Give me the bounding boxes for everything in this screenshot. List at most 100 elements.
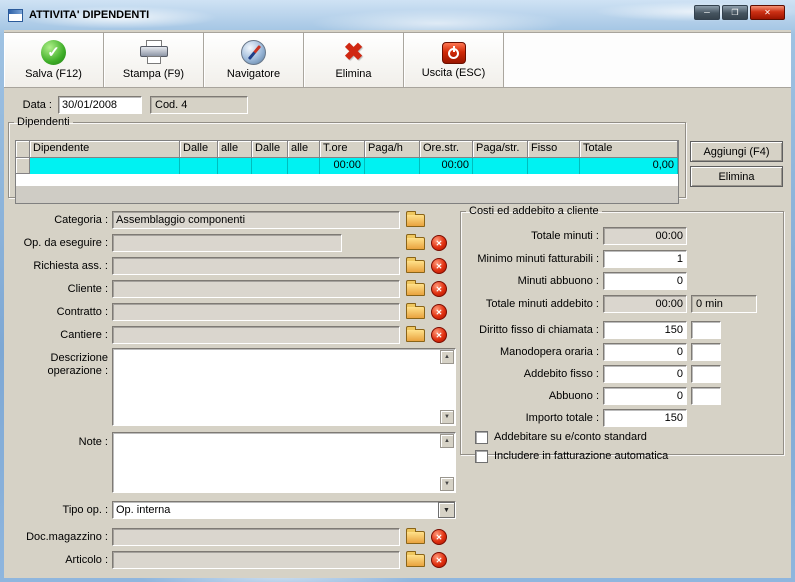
abbuono-input[interactable] — [603, 387, 687, 405]
col-fisso[interactable]: Fisso — [528, 141, 580, 158]
navigatore-button[interactable]: Navigatore — [204, 33, 304, 87]
note-scroll-up-icon[interactable]: ▲ — [440, 434, 454, 448]
doc-magazzino-folder-icon[interactable] — [406, 528, 425, 544]
minuti-abbuono-label: Minuti abbuono : — [517, 275, 599, 287]
manodopera-input[interactable] — [603, 343, 687, 361]
descrizione-scroll-down-icon[interactable]: ▼ — [440, 410, 454, 424]
col-dalle-2[interactable]: Dalle — [252, 141, 288, 158]
power-icon — [441, 41, 466, 64]
stampa-button[interactable]: Stampa (F9) — [104, 33, 204, 87]
doc-magazzino-clear-icon[interactable]: ✕ — [431, 529, 447, 545]
cantiere-input[interactable] — [112, 326, 400, 344]
minuti-abbuono-input[interactable] — [603, 272, 687, 290]
dipendenti-grid[interactable]: Dipendente Dalle alle Dalle alle T.ore P… — [15, 140, 679, 204]
articolo-folder-icon[interactable] — [406, 551, 425, 567]
manodopera-extra-input[interactable] — [691, 343, 721, 361]
col-tore[interactable]: T.ore — [320, 141, 365, 158]
totale-minuti-addebito-field — [603, 295, 687, 313]
doc-magazzino-input[interactable] — [112, 528, 400, 546]
cell-fisso[interactable] — [528, 158, 580, 174]
cliente-folder-icon[interactable] — [406, 280, 425, 296]
richiesta-ass-clear-icon[interactable]: ✕ — [431, 258, 447, 274]
addebitare-checkbox[interactable] — [475, 431, 488, 444]
stampa-label: Stampa (F9) — [122, 68, 185, 80]
cell-paga-h[interactable] — [365, 158, 420, 174]
includere-checkbox[interactable] — [475, 450, 488, 463]
data-input[interactable] — [58, 96, 142, 114]
richiesta-ass-folder-icon[interactable] — [406, 257, 425, 273]
cell-totale[interactable]: 0,00 — [580, 158, 678, 174]
minimo-minuti-input[interactable] — [603, 250, 687, 268]
cell-alle-1[interactable] — [218, 158, 252, 174]
op-da-eseguire-input[interactable] — [112, 234, 342, 252]
elimina-button[interactable]: ✖ Elimina — [304, 33, 404, 87]
minimize-button[interactable]: ─ — [694, 5, 720, 20]
aggiungi-button[interactable]: Aggiungi (F4) — [690, 141, 783, 162]
articolo-input[interactable] — [112, 551, 400, 569]
cod-field: Cod. 4 — [150, 96, 248, 114]
articolo-clear-icon[interactable]: ✕ — [431, 552, 447, 568]
delete-x-icon: ✖ — [343, 38, 364, 66]
richiesta-ass-input[interactable] — [112, 257, 400, 275]
maximize-button[interactable]: ❐ — [722, 5, 748, 20]
op-da-eseguire-folder-icon[interactable] — [406, 234, 425, 250]
descrizione-label: Descrizione operazione : — [47, 352, 108, 377]
dipendenti-legend: Dipendenti — [17, 116, 70, 128]
cell-alle-2[interactable] — [288, 158, 320, 174]
grid-selector-header — [16, 141, 30, 158]
diritto-fisso-input[interactable] — [603, 321, 687, 339]
col-dipendente[interactable]: Dipendente — [30, 141, 180, 158]
cell-dalle-1[interactable] — [180, 158, 218, 174]
cell-ore-str[interactable]: 00:00 — [420, 158, 473, 174]
addebito-fisso-input[interactable] — [603, 365, 687, 383]
col-totale[interactable]: Totale — [580, 141, 678, 158]
window-icon — [8, 8, 23, 22]
diritto-fisso-extra-input[interactable] — [691, 321, 721, 339]
col-dalle-1[interactable]: Dalle — [180, 141, 218, 158]
printer-icon — [139, 40, 169, 65]
descrizione-textarea[interactable] — [112, 348, 456, 426]
cantiere-clear-icon[interactable]: ✕ — [431, 327, 447, 343]
op-da-eseguire-clear-icon[interactable]: ✕ — [431, 235, 447, 251]
cell-dipendente[interactable] — [30, 158, 180, 174]
salva-button[interactable]: ✓ Salva (F12) — [4, 33, 104, 87]
col-alle-2[interactable]: alle — [288, 141, 320, 158]
uscita-button[interactable]: Uscita (ESC) — [404, 33, 504, 87]
importo-totale-input[interactable] — [603, 409, 687, 427]
cliente-input[interactable] — [112, 280, 400, 298]
minimize-icon: ─ — [704, 8, 710, 17]
grid-selected-row[interactable]: 00:00 00:00 0,00 — [16, 158, 678, 174]
save-check-icon: ✓ — [41, 40, 66, 65]
op-da-eseguire-label: Op. da eseguire : — [23, 237, 108, 249]
close-button[interactable]: ✕ — [750, 5, 785, 20]
col-paga-h[interactable]: Paga/h — [365, 141, 420, 158]
categoria-folder-icon[interactable] — [406, 211, 425, 227]
note-textarea[interactable] — [112, 432, 456, 493]
cell-paga-str[interactable] — [473, 158, 528, 174]
grid-empty-row — [16, 174, 678, 186]
addebito-fisso-extra-input[interactable] — [691, 365, 721, 383]
grid-elimina-button[interactable]: Elimina — [690, 166, 783, 187]
abbuono-extra-input[interactable] — [691, 387, 721, 405]
cliente-clear-icon[interactable]: ✕ — [431, 281, 447, 297]
cell-dalle-2[interactable] — [252, 158, 288, 174]
contratto-folder-icon[interactable] — [406, 303, 425, 319]
tipo-op-dropdown-button[interactable]: ▼ — [438, 502, 455, 518]
tipo-op-select[interactable]: Op. interna ▼ — [112, 501, 456, 519]
categoria-input[interactable] — [112, 211, 400, 229]
col-alle-1[interactable]: alle — [218, 141, 252, 158]
includere-checkbox-label: Includere in fatturazione automatica — [494, 450, 669, 462]
window-controls: ─ ❐ ✕ — [694, 5, 785, 20]
salva-label: Salva (F12) — [25, 68, 82, 80]
cantiere-folder-icon[interactable] — [406, 326, 425, 342]
note-scroll-down-icon[interactable]: ▼ — [440, 477, 454, 491]
cell-tore[interactable]: 00:00 — [320, 158, 365, 174]
costi-groupbox: Costi ed addebito a cliente Totale minut… — [460, 205, 784, 463]
descrizione-scroll-up-icon[interactable]: ▲ — [440, 350, 454, 364]
contratto-clear-icon[interactable]: ✕ — [431, 304, 447, 320]
col-paga-str[interactable]: Paga/str. — [473, 141, 528, 158]
contratto-input[interactable] — [112, 303, 400, 321]
importo-totale-label: Importo totale : — [525, 412, 599, 424]
col-ore-str[interactable]: Ore.str. — [420, 141, 473, 158]
titlebar[interactable]: ATTIVITA' DIPENDENTI ─ ❐ ✕ — [0, 0, 795, 30]
